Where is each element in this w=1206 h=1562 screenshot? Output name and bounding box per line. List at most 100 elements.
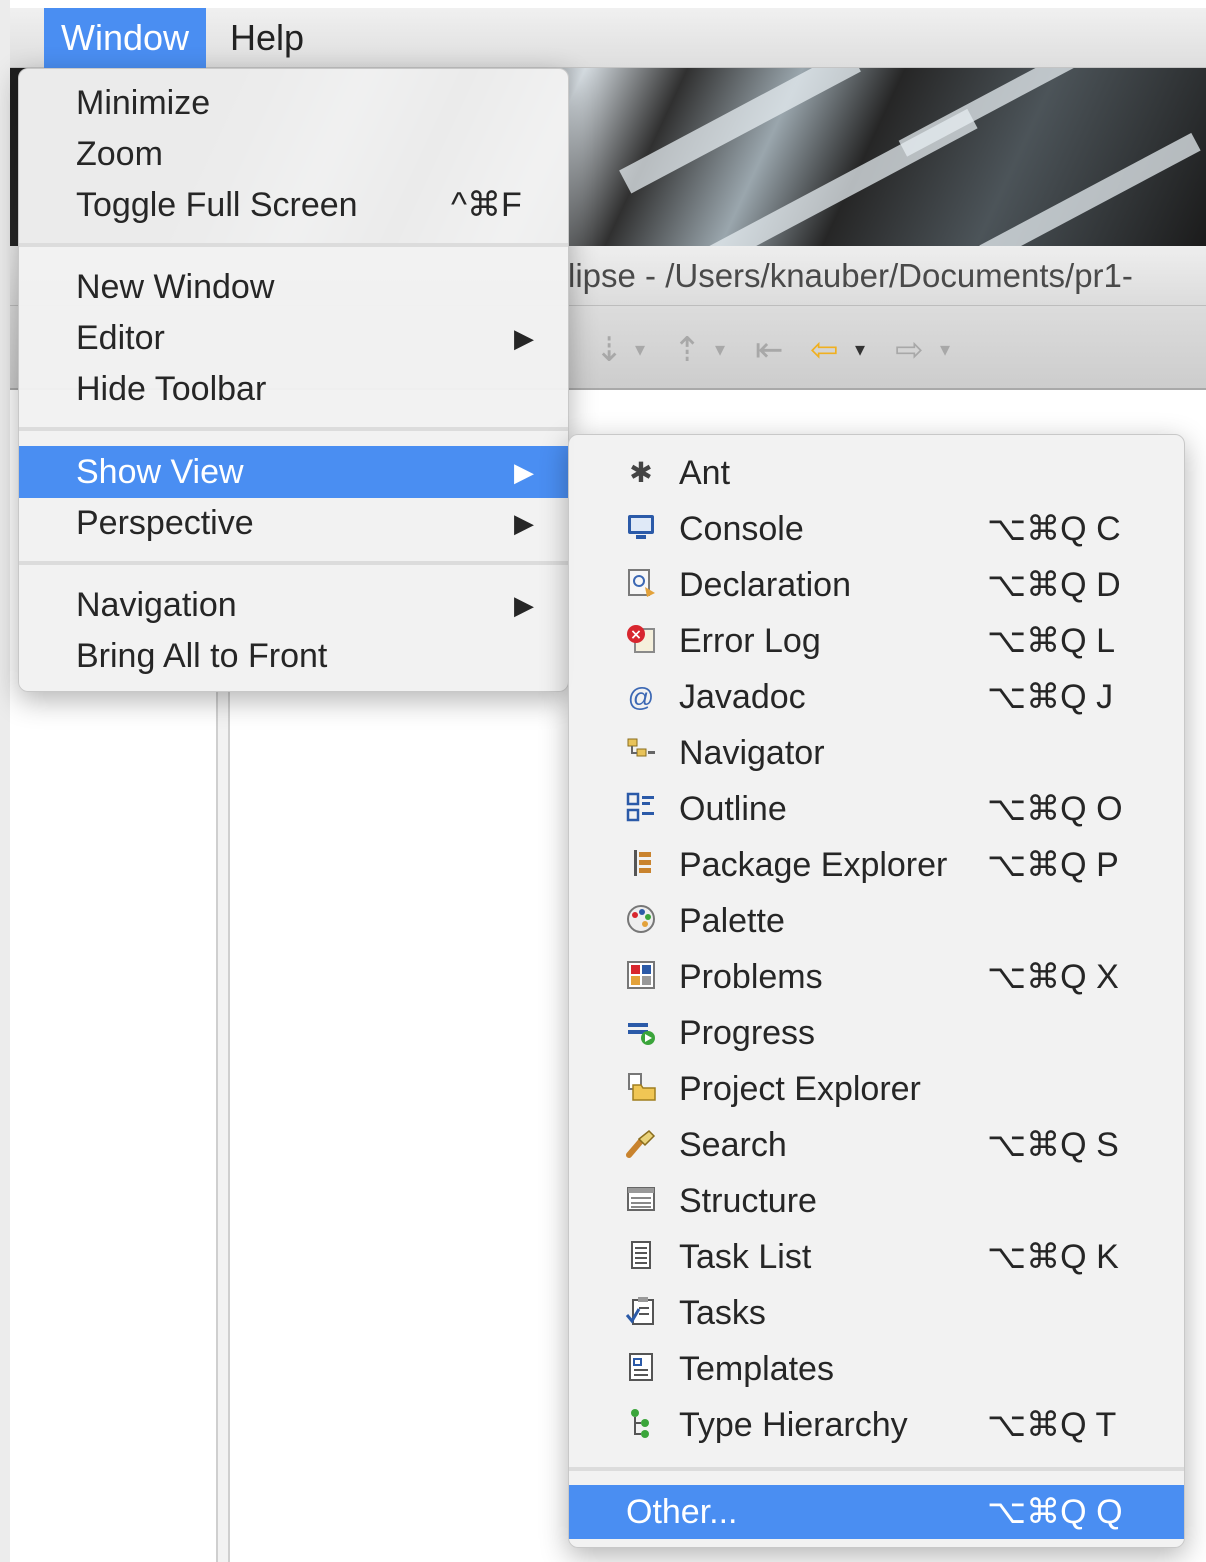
view-item-label: Problems xyxy=(679,958,823,996)
view-item-shortcut: ⌥⌘Q P xyxy=(987,846,1119,884)
view-item-label: Palette xyxy=(679,902,785,940)
search-icon xyxy=(623,1127,659,1163)
menu-item-perspective[interactable]: Perspective ▶ xyxy=(19,497,568,549)
dropdown-icon[interactable]: ▾ xyxy=(635,330,645,370)
menu-separator xyxy=(19,561,568,565)
console-icon xyxy=(623,511,659,547)
menu-item-zoom[interactable]: Zoom xyxy=(19,128,568,180)
last-edit-location-icon[interactable]: ⇤ xyxy=(755,330,784,370)
view-item-shortcut: ⌥⌘Q J xyxy=(987,678,1114,716)
show-view-submenu: ✱ Ant Console ⌥⌘Q C Declaration ⌥⌘Q D × … xyxy=(568,434,1185,1548)
menu-item-label: Minimize xyxy=(76,84,211,122)
submenu-arrow-icon: ▶ xyxy=(514,457,534,487)
palette-icon xyxy=(623,903,659,939)
menu-item-minimize[interactable]: Minimize xyxy=(19,77,568,129)
view-item-label: Declaration xyxy=(679,566,851,604)
view-item-label: Other... xyxy=(626,1493,738,1531)
view-item-label: Outline xyxy=(679,790,787,828)
menu-item-toggle-full-screen[interactable]: Toggle Full Screen ^⌘F xyxy=(19,179,568,231)
view-item-outline[interactable]: Outline ⌥⌘Q O xyxy=(569,781,1184,837)
menu-bar: Window Help xyxy=(10,8,1206,68)
view-item-search[interactable]: Search ⌥⌘Q S xyxy=(569,1117,1184,1173)
view-item-package-explorer[interactable]: Package Explorer ⌥⌘Q P xyxy=(569,837,1184,893)
menubar-help[interactable]: Help xyxy=(230,8,340,68)
view-item-shortcut: ⌥⌘Q T xyxy=(987,1406,1117,1444)
window-title: lipse - /Users/knauber/Documents/pr1- xyxy=(568,257,1133,294)
menu-item-label: Toggle Full Screen xyxy=(76,186,358,224)
dropdown-icon[interactable]: ▾ xyxy=(715,330,725,370)
view-item-navigator[interactable]: Navigator xyxy=(569,725,1184,781)
declaration-icon xyxy=(623,567,659,603)
pane-divider[interactable] xyxy=(216,690,230,1562)
menu-item-navigation[interactable]: Navigation ▶ xyxy=(19,579,568,631)
menu-separator xyxy=(569,1467,1184,1471)
menu-item-bring-all-to-front[interactable]: Bring All to Front xyxy=(19,630,568,682)
submenu-arrow-icon: ▶ xyxy=(514,508,534,538)
menu-item-label: Perspective xyxy=(76,504,254,542)
view-item-shortcut: ⌥⌘Q C xyxy=(987,510,1121,548)
task-list-icon xyxy=(623,1239,659,1275)
view-item-label: Navigator xyxy=(679,734,825,772)
view-item-label: Progress xyxy=(679,1014,816,1052)
javadoc-icon: @ xyxy=(627,682,655,712)
view-item-shortcut: ⌥⌘Q K xyxy=(987,1238,1119,1276)
view-item-progress[interactable]: Progress xyxy=(569,1005,1184,1061)
view-item-label: Error Log xyxy=(679,622,821,660)
progress-icon xyxy=(623,1015,659,1051)
view-item-task-list[interactable]: Task List ⌥⌘Q K xyxy=(569,1229,1184,1285)
next-annotation-icon[interactable]: ⇣ xyxy=(595,330,624,370)
view-item-label: Structure xyxy=(679,1182,817,1220)
dropdown-icon[interactable]: ▾ xyxy=(940,330,950,370)
view-item-project-explorer[interactable]: Project Explorer xyxy=(569,1061,1184,1117)
menu-item-new-window[interactable]: New Window xyxy=(19,261,568,313)
view-item-error-log[interactable]: × Error Log ⌥⌘Q L xyxy=(569,613,1184,669)
view-item-javadoc[interactable]: @ Javadoc ⌥⌘Q J xyxy=(569,669,1184,725)
type-hierarchy-icon xyxy=(623,1407,659,1443)
window-menu: Minimize Zoom Toggle Full Screen ^⌘F New… xyxy=(18,68,569,692)
view-item-label: Search xyxy=(679,1126,787,1164)
menu-item-label: Hide Toolbar xyxy=(76,370,267,408)
previous-annotation-icon[interactable]: ⇡ xyxy=(673,330,702,370)
svg-text:×: × xyxy=(630,627,642,643)
view-item-label: Templates xyxy=(679,1350,834,1388)
view-item-declaration[interactable]: Declaration ⌥⌘Q D xyxy=(569,557,1184,613)
menu-item-label: Bring All to Front xyxy=(76,637,328,675)
view-item-type-hierarchy[interactable]: Type Hierarchy ⌥⌘Q T xyxy=(569,1397,1184,1453)
view-item-label: Console xyxy=(679,510,804,548)
view-item-structure[interactable]: Structure xyxy=(569,1173,1184,1229)
view-item-console[interactable]: Console ⌥⌘Q C xyxy=(569,501,1184,557)
view-item-templates[interactable]: Templates xyxy=(569,1341,1184,1397)
package-explorer-icon xyxy=(623,847,659,883)
menu-item-label: Navigation xyxy=(76,586,237,624)
view-item-other[interactable]: Other... ⌥⌘Q Q xyxy=(569,1485,1184,1539)
ant-icon: ✱ xyxy=(629,457,653,488)
view-item-shortcut: ⌥⌘Q O xyxy=(987,790,1123,828)
view-item-label: Project Explorer xyxy=(679,1070,921,1108)
view-item-shortcut: ⌥⌘Q S xyxy=(987,1126,1119,1164)
menu-item-label: Editor xyxy=(76,319,165,357)
view-item-shortcut: ⌥⌘Q D xyxy=(987,566,1121,604)
menu-separator xyxy=(19,243,568,247)
templates-icon xyxy=(623,1351,659,1387)
menu-item-show-view[interactable]: Show View ▶ xyxy=(19,446,568,498)
view-item-shortcut: ⌥⌘Q L xyxy=(987,622,1115,660)
menu-item-editor[interactable]: Editor ▶ xyxy=(19,312,568,364)
tasks-icon xyxy=(623,1295,659,1331)
forward-arrow-icon[interactable]: ⇨ xyxy=(895,330,924,370)
view-item-label: Package Explorer xyxy=(679,846,948,884)
menu-item-label: Zoom xyxy=(76,135,163,173)
view-item-ant[interactable]: ✱ Ant xyxy=(569,445,1184,501)
menubar-window[interactable]: Window xyxy=(44,8,206,68)
menu-item-hide-toolbar[interactable]: Hide Toolbar xyxy=(19,363,568,415)
menu-item-shortcut: ^⌘F xyxy=(451,186,522,224)
view-item-palette[interactable]: Palette xyxy=(569,893,1184,949)
dropdown-icon[interactable]: ▾ xyxy=(855,330,865,370)
view-item-tasks[interactable]: Tasks xyxy=(569,1285,1184,1341)
window-left-edge xyxy=(0,0,10,1562)
outline-icon xyxy=(623,791,659,827)
back-arrow-icon[interactable]: ⇦ xyxy=(810,330,839,370)
error-log-icon: × xyxy=(623,623,659,659)
menu-item-label: New Window xyxy=(76,268,275,306)
view-item-label: Tasks xyxy=(679,1294,766,1332)
view-item-problems[interactable]: Problems ⌥⌘Q X xyxy=(569,949,1184,1005)
